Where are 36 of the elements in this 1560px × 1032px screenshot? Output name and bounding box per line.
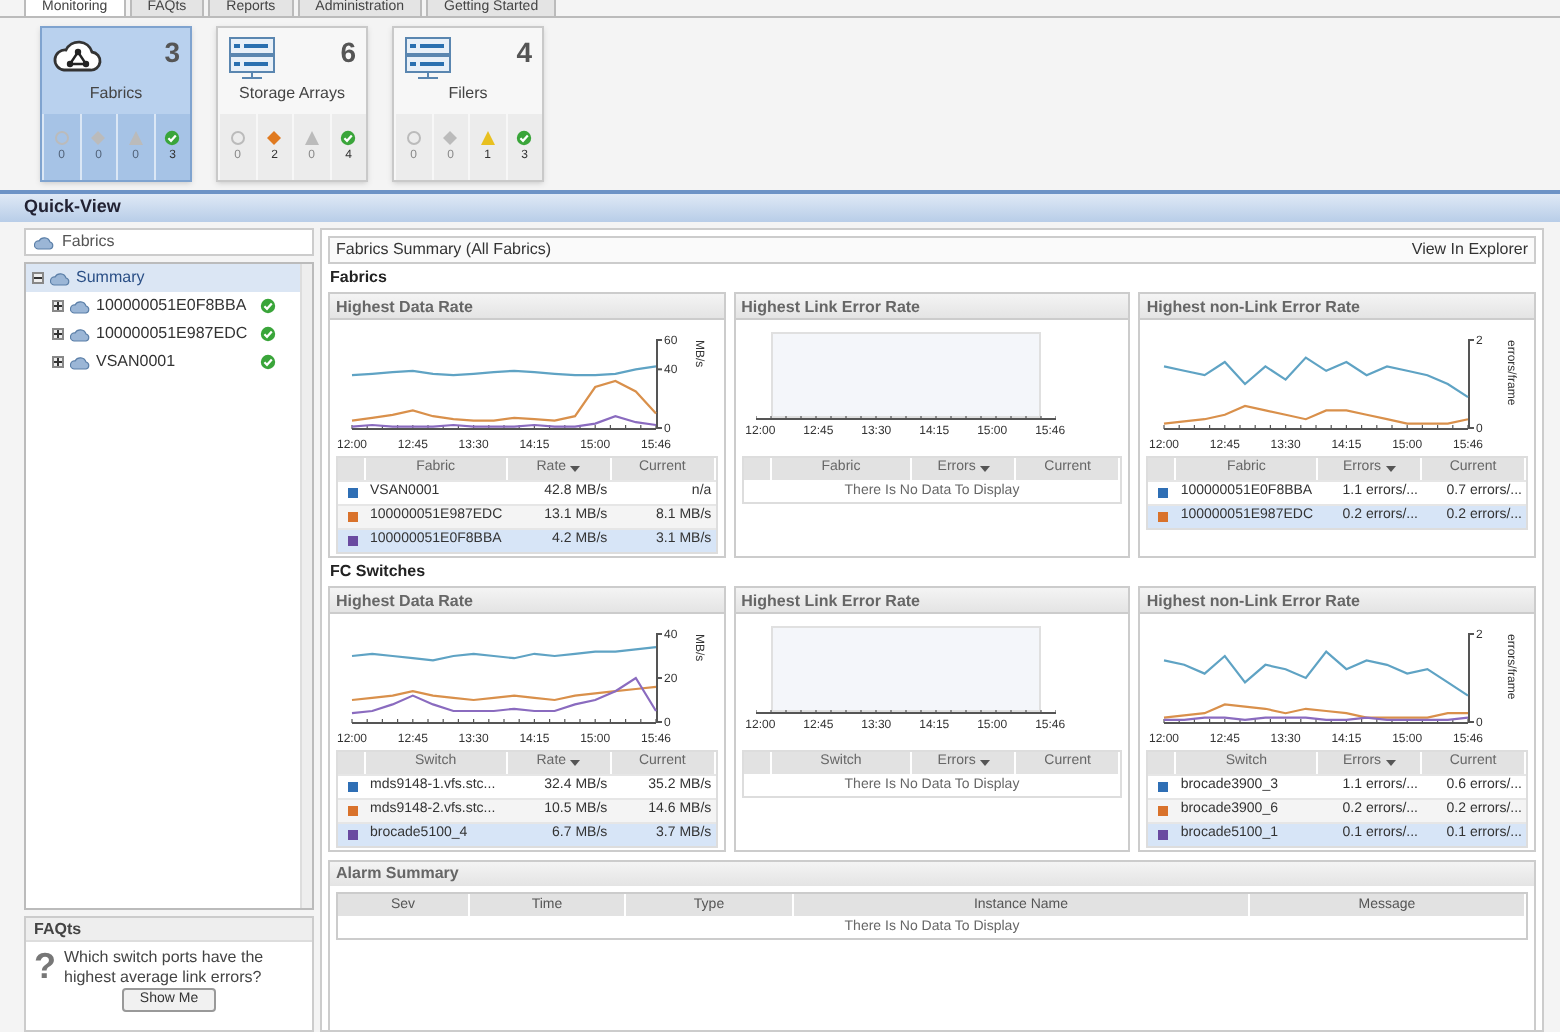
tree-item[interactable]: Summary xyxy=(26,264,300,292)
expander-icon[interactable] xyxy=(52,300,64,312)
count-number: 4 xyxy=(516,36,532,68)
panel-title: FAQts xyxy=(26,918,312,942)
panel-title: Highest Data Rate xyxy=(330,588,724,614)
y-axis xyxy=(1466,339,1475,430)
panel-title: Highest Data Rate xyxy=(330,294,724,320)
fabric-selector[interactable]: Fabrics xyxy=(24,228,314,256)
panel-title: Highest Link Error Rate xyxy=(735,294,1129,320)
faq-question: Which switch ports have the highest average link errors? xyxy=(64,948,266,988)
expander-icon[interactable] xyxy=(52,356,64,368)
tile-label: Fabrics xyxy=(87,82,145,106)
y-axis xyxy=(655,633,664,724)
count-number: 3 xyxy=(164,36,180,68)
section-label: Fabrics xyxy=(328,268,389,288)
question-mark-icon: ? xyxy=(34,948,56,988)
section-label: FC Switches xyxy=(328,562,428,582)
panel-title: Highest Link Error Rate xyxy=(735,588,1129,614)
panel-title: Alarm Summary xyxy=(330,862,1534,886)
expander-icon[interactable] xyxy=(32,272,44,284)
count-number: 6 xyxy=(340,36,356,68)
tree-item[interactable]: 100000051E987EDC xyxy=(26,320,300,348)
summary-title: Fabrics Summary (All Fabrics) xyxy=(336,238,552,262)
server-rack-icon xyxy=(228,36,276,80)
tile-label: Storage Arrays xyxy=(237,82,347,106)
y-axis xyxy=(655,339,664,430)
tree-item[interactable]: 100000051E0F8BBA xyxy=(26,292,300,320)
view-in-explorer-link[interactable]: View In Explorer xyxy=(1411,238,1528,262)
server-rack-icon xyxy=(404,36,452,80)
y-axis xyxy=(1466,633,1475,724)
panel-title: Highest non-Link Error Rate xyxy=(1140,294,1534,320)
tree-item[interactable]: VSAN0001 xyxy=(26,348,300,376)
expander-icon[interactable] xyxy=(52,328,64,340)
section-title: Quick-View xyxy=(24,194,121,221)
tile-label: Filers xyxy=(446,82,490,106)
panel-title: Highest non-Link Error Rate xyxy=(1140,588,1534,614)
